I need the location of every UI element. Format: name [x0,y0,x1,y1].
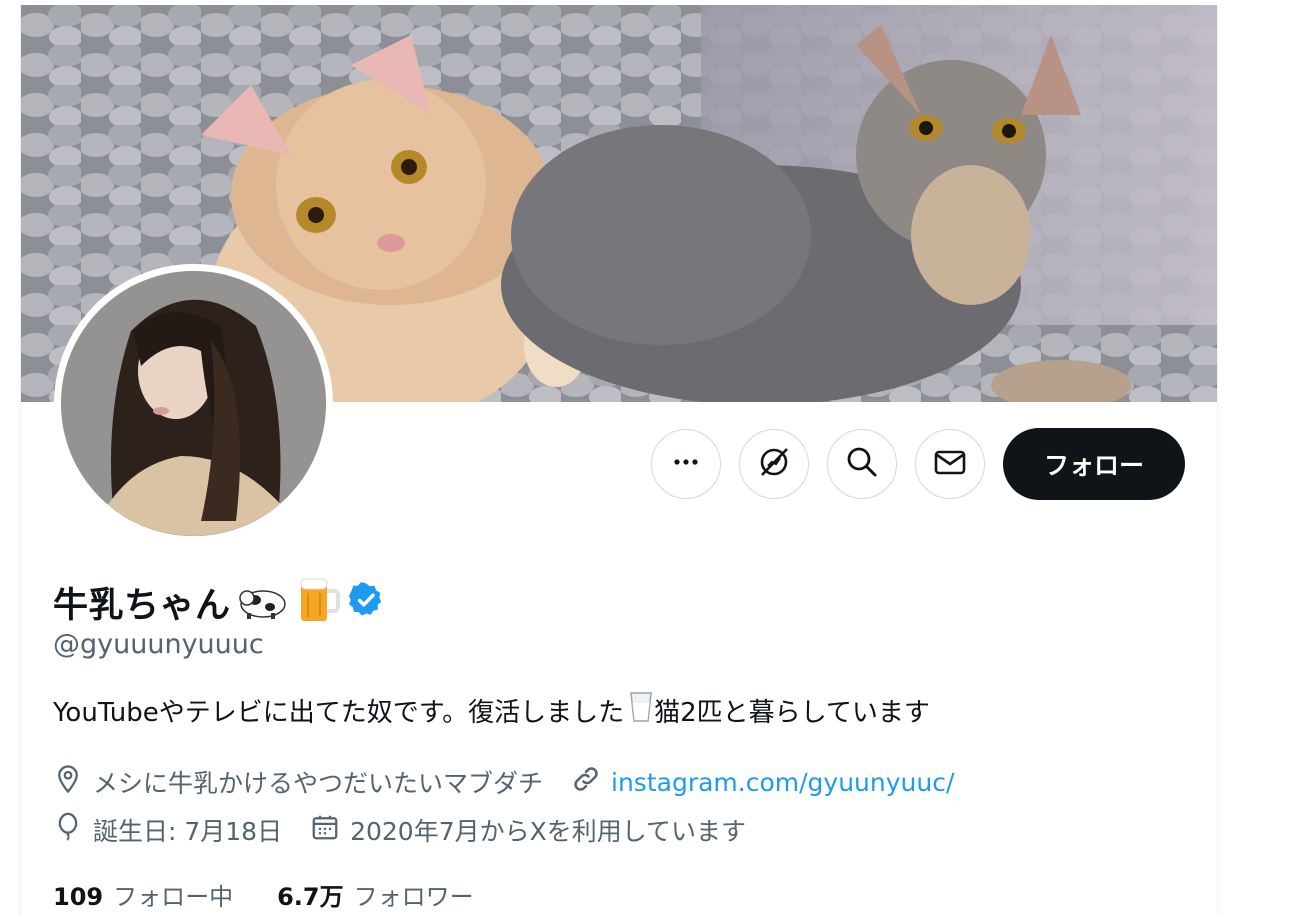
location-item: メシに牛乳かけるやつだいたいマブダチ instagram.com/gyuunyu… [53,764,954,800]
verified-badge-icon[interactable] [347,581,385,623]
following-stat[interactable]: 109 フォロー中 [53,877,233,912]
followers-label: フォロワー [353,883,474,911]
more-icon [670,446,702,482]
name-row: 牛乳ちゃん [53,575,385,629]
more-button[interactable] [651,429,721,499]
avatar-photo [61,271,326,536]
bio-text: YouTubeやテレビに出てた奴です。復活しました [53,698,625,728]
username-handle: @gyuuunyuuuc [53,629,264,660]
location-pin-icon [53,764,83,800]
display-name: 牛乳ちゃん [53,585,231,626]
search-button[interactable] [827,429,897,499]
follow-button[interactable]: フォロー [1003,428,1185,500]
beer-mug-emoji-icon [295,575,341,629]
location-text: メシに牛乳かけるやつだいたいマブダチ [93,769,544,798]
cow-emoji-icon [237,580,289,624]
profile-page: フォロー 牛乳ちゃん @gyuuunyuuuc YouTubeやテレビに出てた奴… [20,5,1218,916]
calendar-icon [310,812,340,848]
link-icon [571,764,601,800]
balloon-icon [53,812,83,848]
search-icon [844,444,880,484]
following-count: 109 [53,883,104,911]
following-label: フォロー中 [113,883,234,911]
milk-glass-emoji-icon [628,691,654,730]
subscribe-icon [756,444,792,484]
subscribe-button[interactable] [739,429,809,499]
follow-stats: 109 フォロー中 6.7万 フォロワー [53,877,474,912]
profile-avatar[interactable] [54,264,333,543]
joined-date-text: 2020年7月からXを利用しています [350,817,747,846]
followers-stat[interactable]: 6.7万 フォロワー [277,877,474,912]
bio-text-continued: 猫2匹と暮らしています [654,698,930,728]
profile-bio: YouTubeやテレビに出てた奴です。復活しました 猫2匹と暮らしています [53,691,930,730]
message-button[interactable] [915,429,985,499]
birthday-text: 誕生日: 7月18日 [93,817,283,846]
followers-count: 6.7万 [277,883,344,911]
mail-icon [932,444,968,484]
website-link[interactable]: instagram.com/gyuunyuuc/ [611,768,954,797]
birthday-item: 誕生日: 7月18日 2020年7月からXを利用しています [53,812,746,848]
